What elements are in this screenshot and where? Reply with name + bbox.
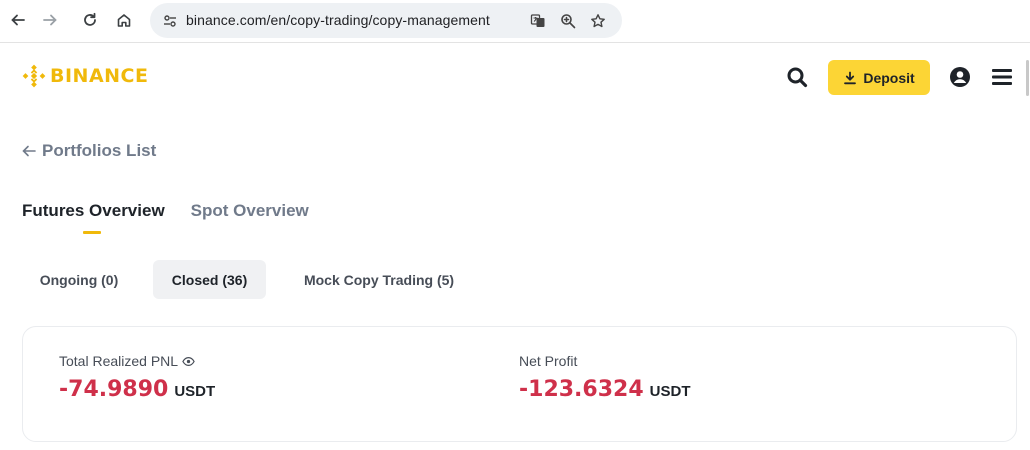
total-realized-pnl-label-row: Total Realized PNL xyxy=(59,353,215,369)
active-tab-indicator xyxy=(83,231,101,234)
left-arrow-icon xyxy=(22,145,36,157)
overview-tabs: Futures Overview Spot Overview xyxy=(22,201,335,234)
back-arrow-icon[interactable] xyxy=(6,8,30,32)
pnl-summary-card: Total Realized PNL -74.9890 USDT Net Pro… xyxy=(22,326,1017,442)
tab-mock-copy-trading-label: Mock Copy Trading (5) xyxy=(303,271,455,288)
total-realized-pnl: Total Realized PNL -74.9890 USDT xyxy=(59,353,215,402)
tab-futures-overview[interactable]: Futures Overview xyxy=(22,201,165,234)
net-profit: Net Profit -123.6324 USDT xyxy=(519,353,691,402)
translate-icon[interactable] xyxy=(528,11,548,31)
tab-futures-overview-label: Futures Overview xyxy=(22,201,165,220)
bookmark-star-icon[interactable] xyxy=(588,11,608,31)
hamburger-menu-icon[interactable] xyxy=(990,66,1014,88)
back-link-label: Portfolios List xyxy=(42,141,157,160)
address-bar[interactable]: binance.com/en/copy-trading/copy-managem… xyxy=(150,3,622,38)
download-icon xyxy=(844,71,857,84)
total-realized-pnl-value-row: -74.9890 USDT xyxy=(59,377,215,402)
total-realized-pnl-value: -74.9890 xyxy=(59,377,169,402)
tab-mock-copy-trading[interactable]: Mock Copy Trading (5) xyxy=(284,260,474,299)
tab-closed-label: Closed (36) xyxy=(171,271,248,288)
reload-icon[interactable] xyxy=(78,8,102,32)
binance-logo[interactable]: BINANCE xyxy=(22,64,148,88)
tab-closed[interactable]: Closed (36) xyxy=(153,260,266,299)
portfolios-list-back-link[interactable]: Portfolios List xyxy=(22,141,156,161)
net-profit-label-row: Net Profit xyxy=(519,353,691,369)
tab-ongoing[interactable]: Ongoing (0) xyxy=(22,260,136,299)
home-icon[interactable] xyxy=(112,8,136,32)
logo-text: BINANCE xyxy=(50,65,149,87)
deposit-label: Deposit xyxy=(863,69,915,86)
user-account-icon[interactable] xyxy=(949,66,971,88)
net-profit-label: Net Profit xyxy=(519,353,578,369)
search-icon[interactable] xyxy=(786,66,808,88)
net-profit-value: -123.6324 xyxy=(519,377,644,402)
scrollbar-thumb[interactable] xyxy=(1026,60,1029,96)
browser-toolbar: binance.com/en/copy-trading/copy-managem… xyxy=(0,0,1030,43)
tab-spot-overview[interactable]: Spot Overview xyxy=(191,201,309,221)
tab-ongoing-label: Ongoing (0) xyxy=(39,271,119,288)
zoom-icon[interactable] xyxy=(558,11,578,31)
site-header: BINANCE Deposit xyxy=(0,44,1030,110)
net-profit-unit: USDT xyxy=(649,383,691,400)
url-text[interactable]: binance.com/en/copy-trading/copy-managem… xyxy=(186,12,490,28)
eye-icon[interactable] xyxy=(182,355,195,368)
tab-spot-overview-label: Spot Overview xyxy=(190,201,309,220)
deposit-button[interactable]: Deposit xyxy=(828,60,930,95)
forward-arrow-icon[interactable] xyxy=(38,8,62,32)
binance-logo-icon xyxy=(22,64,46,88)
site-info-icon[interactable] xyxy=(162,13,178,29)
total-realized-pnl-label: Total Realized PNL xyxy=(59,353,179,369)
net-profit-value-row: -123.6324 USDT xyxy=(519,377,691,402)
total-realized-pnl-unit: USDT xyxy=(174,383,216,400)
